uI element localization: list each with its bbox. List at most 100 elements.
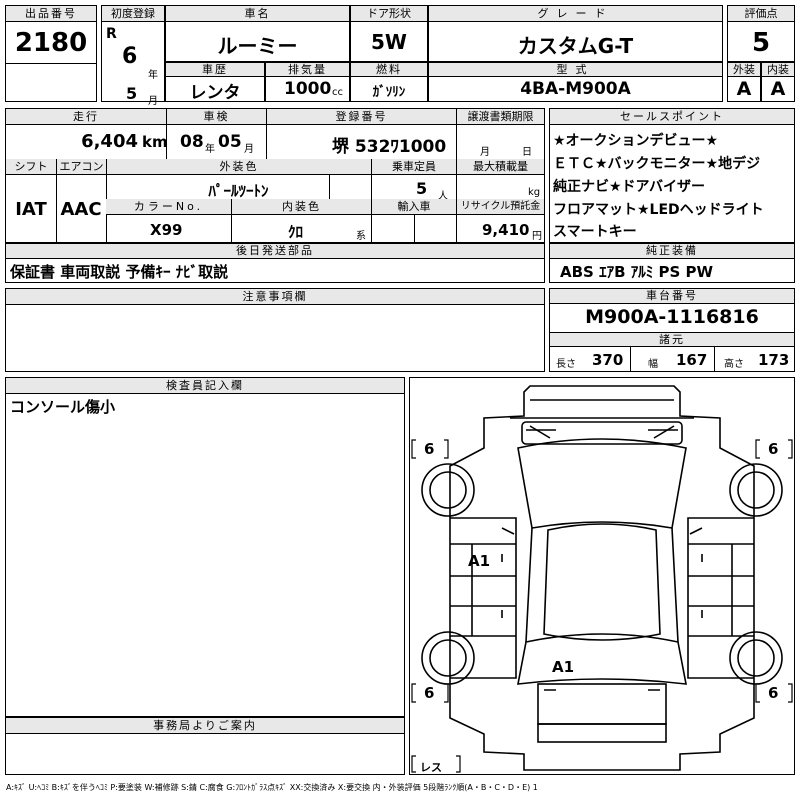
year: 6: [122, 44, 138, 69]
car-diagram-box: 6 6 6 6 A1 A1 レス: [409, 377, 795, 775]
exterior-grade-box: 外装 A: [727, 62, 761, 102]
model-box: 型式 4BA-M900A: [428, 62, 723, 102]
load-label: 最大積載量: [456, 159, 544, 175]
specs-block: 走行 車検 登録番号 譲渡書類期限 6,404 km 08 年 05 月 堺 5…: [5, 108, 545, 243]
lot-number: 2180: [14, 28, 88, 58]
selling-points-box: セールスポイント ★オークションデビュー★ ＥＴＣ★バックモニター★地デジ 純正…: [549, 108, 795, 243]
inspection-year-unit: 年: [205, 144, 215, 155]
car-name-box: 車名 ルーミー: [165, 5, 350, 62]
first-registration-box: 初度登録 R 6 年 5 月: [101, 5, 165, 107]
damage-mark-rear: A1: [552, 658, 575, 676]
dims-label: 諸元: [550, 332, 794, 347]
recycle-unit: 円: [532, 231, 542, 242]
capacity-label: 乗車定員: [371, 159, 456, 175]
height: 173: [758, 351, 790, 369]
length: 370: [592, 351, 624, 369]
reg-label: 登録番号: [266, 109, 456, 125]
chassis-number: M900A-1116816: [585, 306, 759, 328]
car-name: ルーミー: [217, 34, 298, 58]
door-box: ドア形状 5W: [350, 5, 428, 62]
inspector-box: 検査員記入欄 コンソール傷小: [5, 377, 405, 717]
grade-box: グレード カスタムG-T: [428, 5, 723, 62]
inspector-text: コンソール傷小: [10, 398, 116, 416]
ac: AAC: [60, 199, 102, 220]
capacity: 5: [416, 179, 428, 198]
length-label: 長さ: [556, 359, 576, 370]
damage-mark-side: A1: [468, 552, 491, 570]
recycle: 9,410: [482, 221, 530, 239]
tire-rear-left: 6: [424, 684, 435, 702]
displacement-unit: cc: [332, 87, 343, 98]
transfer-month-unit: 月: [480, 147, 490, 158]
grade-label: グレード: [429, 6, 722, 22]
ac-label: エアコン: [56, 159, 106, 175]
later-parts-label: 後日発送部品: [6, 244, 544, 259]
fuel-label: 燃料: [351, 63, 427, 77]
width-label: 幅: [648, 359, 658, 370]
displacement-label: 排気量: [266, 63, 349, 77]
mileage-label: 走行: [6, 109, 166, 125]
height-label: 高さ: [724, 359, 744, 370]
selling-point-5: スマートキー: [553, 224, 637, 240]
later-parts: 保証書 車両取説 予備ｷｰ ﾅﾋﾞ取説: [10, 263, 229, 281]
year-unit: 年: [148, 70, 158, 81]
exterior-grade: A: [736, 78, 752, 100]
load-unit: kg: [528, 187, 541, 198]
history: レンタ: [189, 83, 241, 103]
inspection-label: 車検: [166, 109, 266, 125]
int-color-label: 内装色: [231, 199, 371, 215]
transfer-label: 譲渡書類期限: [456, 109, 544, 125]
ext-color: ﾊﾟｰﾙﾂｰﾄﾝ: [208, 182, 269, 200]
lot-box: 出品番号 2180: [5, 5, 97, 102]
fuel: ｶﾞｿﾘﾝ: [372, 85, 406, 100]
notes-label: 注意事項欄: [6, 289, 544, 305]
reg-number: 堺 532ﾜ1000: [332, 137, 447, 157]
interior-grade: A: [770, 78, 786, 100]
lot-label: 出品番号: [6, 6, 96, 22]
later-parts-box: 後日発送部品 保証書 車両取説 予備ｷｰ ﾅﾋﾞ取説: [5, 243, 545, 283]
tire-front-right: 6: [768, 440, 779, 458]
inspection-year: 08: [180, 132, 204, 152]
fuel-box: 燃料 ｶﾞｿﾘﾝ: [350, 62, 428, 102]
door-label: ドア形状: [351, 6, 427, 22]
import-label: 輸入車: [371, 199, 456, 215]
model-label: 型式: [429, 63, 722, 77]
notes-box: 注意事項欄: [5, 288, 545, 372]
legend: A:ｷｽﾞ U:ﾍｺﾐ B:ｷｽﾞを伴うﾍｺﾐ P:要塗装 W:補修跡 S:錆 …: [6, 783, 538, 792]
selling-point-2: ＥＴＣ★バックモニター★地デジ: [553, 156, 761, 172]
transfer-day-unit: 日: [522, 147, 532, 158]
interior-grade-box: 内装 A: [761, 62, 795, 102]
grade: カスタムG-T: [517, 34, 634, 58]
selling-point-1: ★オークションデビュー★: [553, 133, 719, 149]
shift: IAT: [15, 199, 47, 220]
int-color: ｸﾛ: [288, 223, 304, 241]
exterior-label: 外装: [728, 63, 760, 77]
score: 5: [751, 28, 771, 58]
history-label: 車歴: [166, 63, 264, 77]
ext-color-label: 外装色: [106, 159, 371, 175]
era: R: [106, 26, 117, 42]
color-no-label: カラーNo.: [106, 199, 231, 215]
recycle-label: リサイクル預託金: [456, 199, 544, 215]
displacement: 1000: [284, 79, 332, 99]
interior-label: 内装: [762, 63, 794, 77]
chassis-box: 車台番号 M900A-1116816 諸元 長さ 370 幅 167 高さ 17…: [549, 288, 795, 372]
model: 4BA-M900A: [520, 79, 631, 99]
inspection-month: 05: [218, 132, 242, 152]
office-label: 事務局よりご案内: [6, 718, 404, 734]
history-box: 車歴 レンタ: [165, 62, 265, 103]
mileage: 6,404: [81, 131, 138, 152]
inspection-month-unit: 月: [244, 144, 254, 155]
spare-tire: レス: [420, 761, 442, 774]
month: 5: [126, 84, 138, 103]
inspector-label: 検査員記入欄: [6, 378, 404, 394]
oem-equipment: ABS ｴｱB ｱﾙﾐ PS PW: [560, 263, 714, 281]
color-no: X99: [150, 221, 183, 239]
chassis-label: 車台番号: [550, 289, 794, 304]
selling-point-4: フロアマット★LEDヘッドライト: [553, 202, 764, 218]
oem-equipment-label: 純正装備: [550, 244, 794, 259]
score-label: 評価点: [728, 6, 794, 22]
tire-front-left: 6: [424, 440, 435, 458]
car-name-label: 車名: [166, 6, 349, 22]
oem-equipment-box: 純正装備 ABS ｴｱB ｱﾙﾐ PS PW: [549, 243, 795, 283]
